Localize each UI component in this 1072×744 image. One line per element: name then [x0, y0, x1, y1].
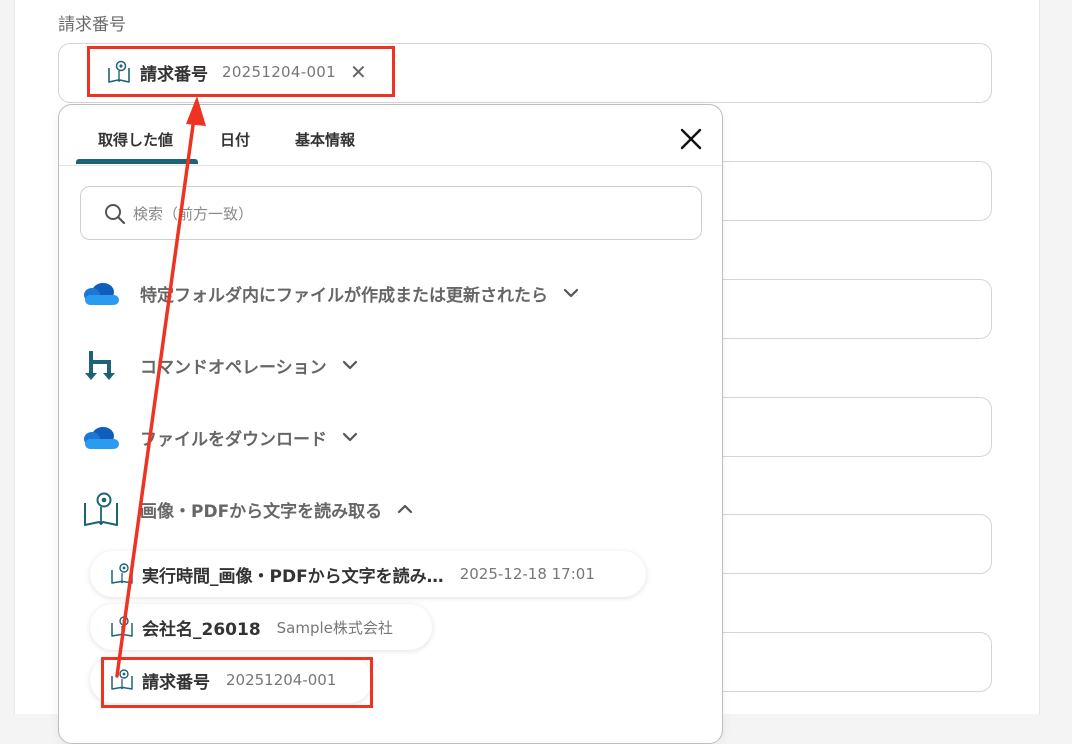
field-label: 請求番号 [58, 15, 126, 35]
section-label: 特定フォルダ内にファイルが作成または更新されたら [140, 285, 548, 306]
chevron-down-icon [342, 360, 357, 370]
value-item-execution-time[interactable]: 実行時間_画像・PDFから文字を読み… 2025-12-18 17:01 [90, 551, 646, 597]
ocr-book-icon [81, 489, 121, 529]
command-operation-icon [81, 345, 121, 385]
ocr-book-icon [111, 563, 133, 584]
ocr-book-icon [111, 616, 133, 637]
chevron-up-icon [398, 504, 413, 514]
section-label: 画像・PDFから文字を読み取る [140, 501, 383, 522]
section-label: コマンドオペレーション [140, 357, 327, 378]
tab-bar: 取得した値 日付 基本情報 [76, 105, 722, 165]
search-box[interactable] [80, 186, 702, 241]
section-label: ファイルをダウンロード [140, 429, 327, 450]
tab-basic-info[interactable]: 基本情報 [295, 129, 355, 150]
item-label: 会社名_26018 [142, 619, 261, 640]
item-value: 2025-12-18 17:01 [459, 565, 595, 583]
search-icon [105, 204, 126, 225]
tab-acquired-values[interactable]: 取得した値 [98, 129, 173, 150]
section-command-operation[interactable]: コマンドオペレーション [81, 345, 359, 385]
chevron-down-icon [342, 432, 358, 442]
onedrive-icon [81, 273, 121, 313]
tab-date[interactable]: 日付 [220, 129, 250, 150]
value-item-company-name[interactable]: 会社名_26018 Sample株式会社 [90, 604, 432, 650]
onedrive-icon [81, 417, 121, 457]
item-label: 実行時間_画像・PDFから文字を読み… [142, 566, 444, 587]
highlight-box [101, 657, 373, 708]
section-ocr[interactable]: 画像・PDFから文字を読み取る [81, 489, 414, 529]
tabs-divider [59, 165, 722, 166]
active-tab-indicator [76, 159, 198, 164]
section-folder-trigger[interactable]: 特定フォルダ内にファイルが作成または更新されたら [81, 273, 580, 313]
chevron-down-icon [563, 288, 579, 298]
section-file-download[interactable]: ファイルをダウンロード [81, 417, 359, 457]
highlight-box [87, 46, 395, 97]
search-input[interactable] [131, 187, 675, 241]
item-value: Sample株式会社 [276, 618, 393, 637]
close-icon[interactable] [677, 125, 705, 153]
